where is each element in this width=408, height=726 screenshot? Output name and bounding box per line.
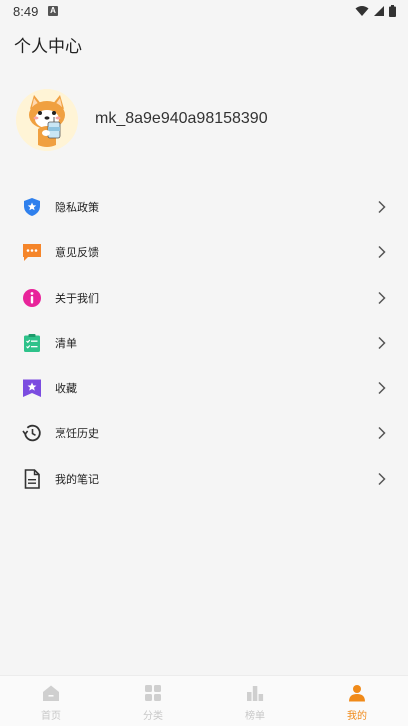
shiba-dog-avatar-icon <box>16 89 78 151</box>
username: mk_8a9e940a98158390 <box>95 110 268 127</box>
avatar[interactable] <box>16 89 78 151</box>
tab-mine[interactable]: 我的 <box>306 676 408 726</box>
status-time: 8:49 <box>13 4 39 19</box>
wifi-icon <box>355 6 369 16</box>
chevron-right-icon <box>378 291 386 304</box>
status-bar: 8:49 A <box>0 0 408 24</box>
menu-item-label: 我的笔记 <box>55 472 99 486</box>
tab-categories[interactable]: 分类 <box>102 676 204 726</box>
history-icon <box>22 425 41 442</box>
tab-label: 分类 <box>143 711 163 722</box>
menu-item-cooking-history[interactable]: 烹饪历史 <box>0 411 408 456</box>
menu-item-feedback[interactable]: 意见反馈 <box>0 230 408 275</box>
menu-item-favorites[interactable]: 收藏 <box>0 366 408 411</box>
bookmark-star-icon <box>23 379 41 398</box>
menu-item-label: 收藏 <box>55 382 77 396</box>
menu-item-label: 关于我们 <box>55 291 99 305</box>
tab-label: 我的 <box>347 711 367 722</box>
chevron-right-icon <box>378 246 386 259</box>
settings-menu: 隐私政策 意见反馈 关于我们 清单 收藏 烹饪历史 我的笔记 <box>0 185 408 502</box>
menu-item-my-notes[interactable]: 我的笔记 <box>0 457 408 502</box>
ranking-icon <box>247 686 264 701</box>
person-icon <box>349 685 365 702</box>
menu-item-label: 烹饪历史 <box>55 427 99 441</box>
bottom-tab-bar: 首页 分类 榜单 我的 <box>0 675 408 726</box>
profile-header[interactable]: mk_8a9e940a98158390 <box>16 89 396 151</box>
menu-item-privacy-policy[interactable]: 隐私政策 <box>0 185 408 230</box>
chevron-right-icon <box>378 472 386 485</box>
menu-item-label: 清单 <box>55 336 77 350</box>
shield-star-icon <box>24 198 40 216</box>
tab-rankings[interactable]: 榜单 <box>204 676 306 726</box>
menu-item-about-us[interactable]: 关于我们 <box>0 276 408 321</box>
menu-item-checklist[interactable]: 清单 <box>0 321 408 366</box>
chat-bubble-icon <box>23 244 41 262</box>
document-icon <box>24 468 40 489</box>
chevron-right-icon <box>378 427 386 440</box>
status-icons <box>355 5 396 17</box>
page-title: 个人中心 <box>14 37 82 57</box>
menu-item-label: 隐私政策 <box>55 201 99 214</box>
info-circle-icon <box>23 288 41 307</box>
chevron-right-icon <box>378 382 386 395</box>
notification-badge-icon: A <box>48 6 58 16</box>
menu-item-label: 意见反馈 <box>55 246 99 260</box>
tab-label: 榜单 <box>245 711 265 722</box>
grid-icon <box>145 685 161 701</box>
home-icon <box>43 685 59 701</box>
signal-icon <box>374 6 384 16</box>
chevron-right-icon <box>378 200 386 214</box>
battery-icon <box>389 5 396 17</box>
tab-label: 首页 <box>41 711 61 722</box>
checklist-icon <box>24 333 40 352</box>
chevron-right-icon <box>378 336 386 349</box>
tab-home[interactable]: 首页 <box>0 676 102 726</box>
